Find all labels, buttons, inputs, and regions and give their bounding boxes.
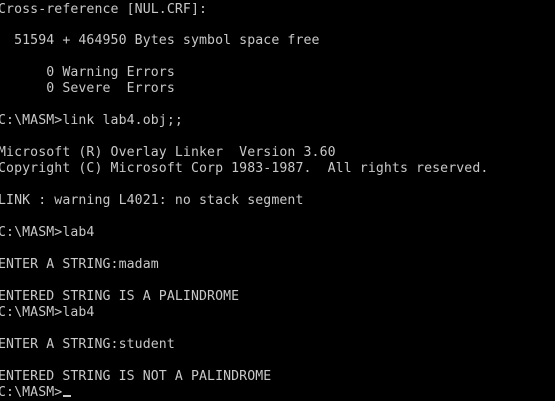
terminal-line-not-palindrome-result: ENTERED STRING IS NOT A PALINDROME (0, 369, 272, 384)
terminal-line-enter-string-madam: ENTER A STRING:madam (0, 257, 159, 272)
terminal-line-palindrome-result: ENTERED STRING IS A PALINDROME (0, 289, 240, 304)
terminal-line-linker-version: Microsoft (R) Overlay Linker Version 3.6… (0, 145, 336, 160)
terminal-line-warning-errors: 0 Warning Errors (0, 65, 175, 80)
terminal-line-cross-reference: Cross-reference [NUL.CRF]: (0, 2, 208, 17)
terminal-line-copyright: Copyright (C) Microsoft Corp 1983-1987. … (0, 161, 489, 176)
terminal-line-symbol-space: 51594 + 464950 Bytes symbol space free (0, 33, 320, 48)
terminal-line-link-warning: LINK : warning L4021: no stack segment (0, 193, 304, 208)
dos-terminal-window[interactable]: Cross-reference [NUL.CRF]: 51594 + 46495… (0, 0, 555, 401)
terminal-line-enter-string-student: ENTER A STRING:student (0, 337, 175, 352)
terminal-line-run-lab4: C:\MASM>lab4 (0, 225, 95, 240)
terminal-prompt-line[interactable]: C:\MASM> (0, 385, 72, 401)
terminal-line-run-lab4-again: C:\MASM>lab4 (0, 305, 95, 320)
terminal-line-link-command: C:\MASM>link lab4.obj;; (0, 113, 183, 128)
text-cursor (63, 395, 72, 397)
command-prompt: C:\MASM> (0, 385, 63, 400)
terminal-line-severe-errors: 0 Severe Errors (0, 81, 175, 96)
